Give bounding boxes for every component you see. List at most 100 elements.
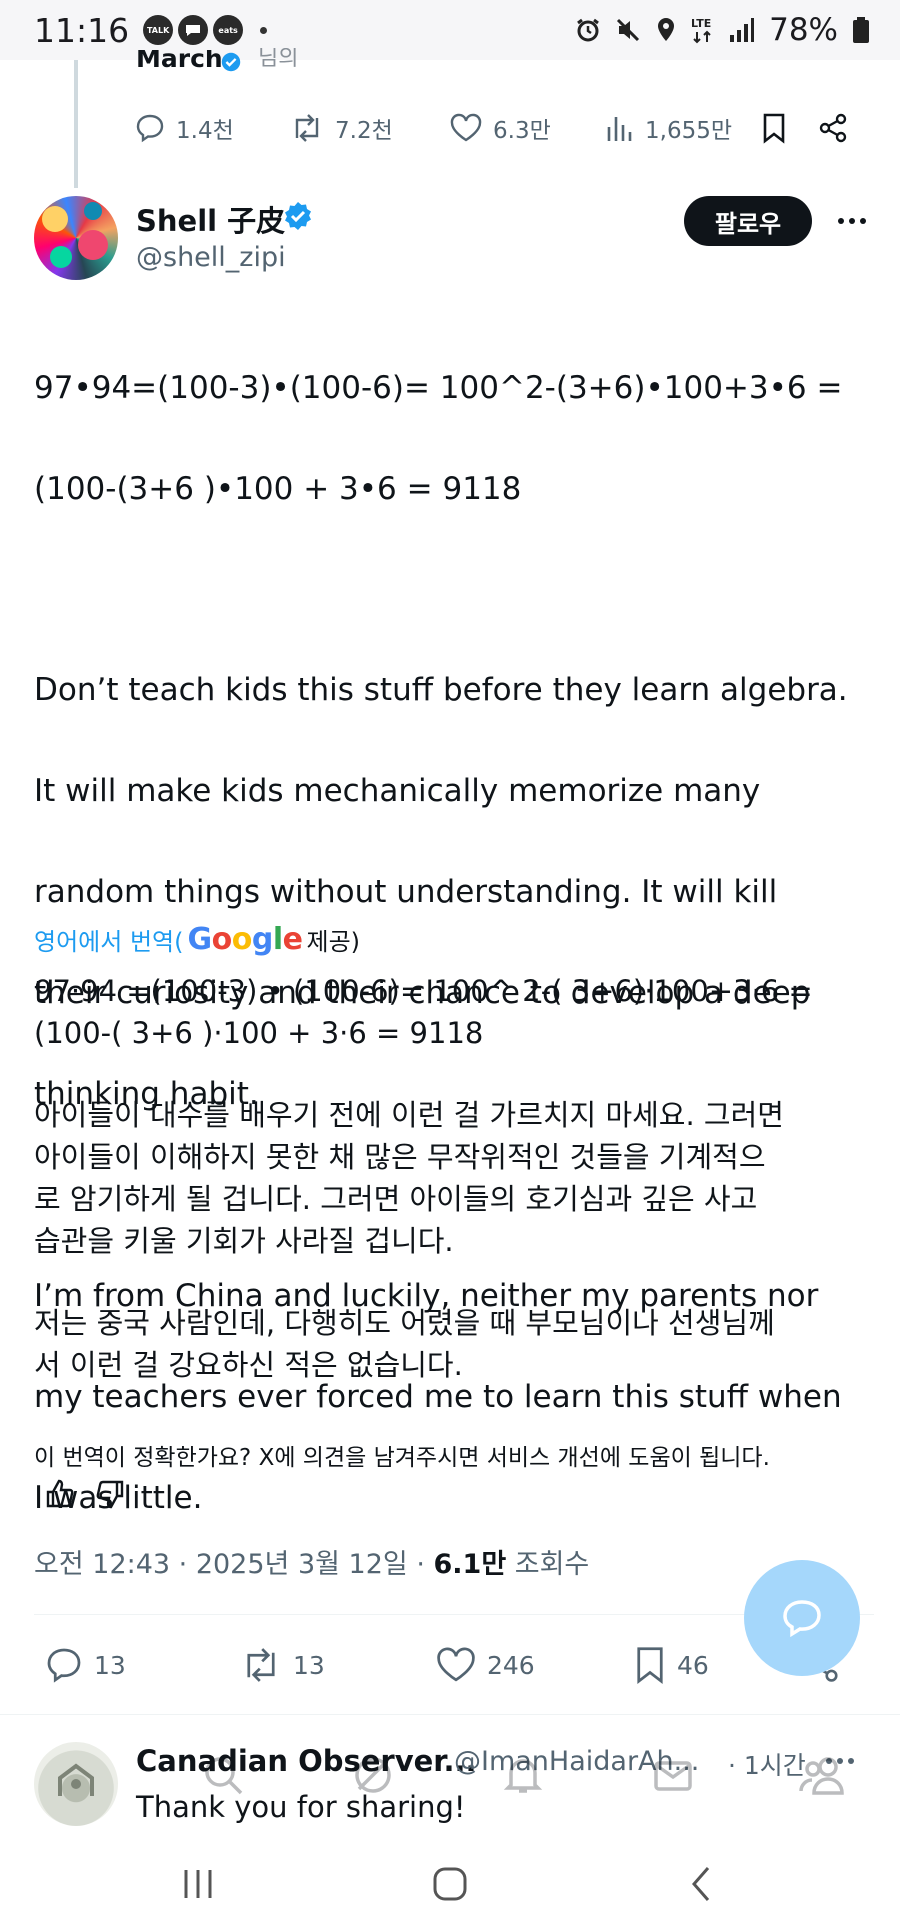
lte-icon: LTE	[691, 17, 711, 44]
grok-icon	[355, 1757, 391, 1793]
thumbs-up-icon[interactable]	[44, 1478, 76, 1510]
people-icon	[799, 1757, 844, 1795]
home-button[interactable]	[410, 1854, 490, 1914]
tab-messages[interactable]	[638, 1740, 708, 1810]
translated-line: 저는 중국 사람인데, 다행히도 어렸을 때 부모님이나 선생님께	[34, 1306, 775, 1340]
recent-apps-icon	[184, 1870, 212, 1898]
tweet-line: (100-(3+6 )•100 + 3•6 = 9118	[34, 470, 522, 507]
translation-feedback	[44, 1478, 126, 1510]
repost-icon	[247, 1648, 275, 1682]
search-icon	[205, 1757, 243, 1795]
verified-badge-icon	[221, 52, 241, 72]
alarm-icon	[577, 18, 599, 42]
like-count: 246	[487, 1650, 535, 1680]
thread-connector-line	[74, 60, 78, 188]
previous-tweet-author[interactable]: March	[136, 50, 223, 72]
more-notifications-icon	[260, 26, 268, 34]
bookmark-button[interactable]	[761, 112, 817, 144]
svg-text:LTE: LTE	[691, 17, 711, 30]
heart-icon	[450, 113, 482, 142]
screen: 11:16 TALK eats LTE 78% March 님의 1.4천 7.…	[0, 0, 900, 1930]
translation-suffix: 제공)	[306, 928, 361, 956]
status-bar: 11:16 TALK eats LTE 78%	[0, 0, 900, 60]
recent-apps-button[interactable]	[158, 1854, 238, 1914]
mail-icon	[654, 1761, 692, 1791]
like-button[interactable]: 246	[435, 1645, 633, 1685]
reply-count: 1.4천	[176, 118, 234, 144]
views-count: 1,655만	[645, 118, 733, 144]
tweet-timestamp: 오전 12:43 · 2025년 3월 12일 · 6.1만 조회수	[34, 1542, 589, 1581]
repost-icon	[295, 114, 319, 142]
kakaotalk-notification-icon: TALK	[143, 15, 174, 45]
tab-search[interactable]	[188, 1740, 258, 1810]
bookmark-icon	[637, 1647, 663, 1685]
views-total: 6.1만	[433, 1549, 507, 1580]
repost-button[interactable]: 7.2천	[289, 111, 449, 145]
tab-grok[interactable]	[338, 1740, 408, 1810]
back-button[interactable]	[662, 1854, 742, 1914]
timestamp-text: 오전 12:43 · 2025년 3월 12일 ·	[34, 1549, 434, 1580]
translated-line: 습관을 키울 기회가 사라질 겁니다.	[34, 1224, 454, 1258]
divider	[0, 1714, 900, 1715]
author-handle[interactable]: @shell_zipi	[136, 242, 286, 273]
reply-count: 13	[94, 1650, 126, 1680]
google-logo: Google	[187, 922, 303, 957]
reply-icon	[47, 1648, 81, 1683]
tweet-line: It will make kids mechanically memorize …	[34, 773, 761, 809]
tab-communities[interactable]	[788, 1740, 858, 1810]
repost-count: 7.2천	[335, 118, 393, 144]
translation-feedback-question: 이 번역이 정확한가요? X에 의견을 남겨주시면 서비스 개선에 도움이 됩니…	[34, 1445, 770, 1471]
like-count: 6.3만	[493, 118, 551, 144]
translated-line: 로 암기하게 될 겁니다. 그러면 아이들의 호기심과 깊은 사고	[34, 1182, 758, 1216]
heart-icon	[437, 1647, 475, 1682]
like-button[interactable]: 6.3만	[449, 111, 605, 145]
tweet-line: random things without understanding. It …	[34, 874, 778, 910]
reply-button[interactable]: 1.4천	[134, 111, 289, 145]
translated-line: 97·94 =(100-3) • (100-6)= 100^ 2-( 3+6)·…	[34, 974, 813, 1008]
back-icon	[692, 1867, 710, 1901]
reply-button[interactable]: 13	[44, 1645, 239, 1685]
author-avatar[interactable]	[34, 196, 118, 280]
location-icon	[658, 18, 675, 41]
status-time: 11:16	[34, 10, 130, 50]
translated-line: 아이들이 이해하지 못한 채 많은 무작위적인 것들을 기계적으	[34, 1140, 766, 1174]
translated-line: 아이들이 대수를 배우기 전에 이런 걸 가르치지 마세요. 그러면	[34, 1098, 784, 1132]
author-name[interactable]: Shell 子皮	[136, 198, 285, 240]
follow-button[interactable]: 팔로우	[684, 196, 812, 246]
translation-attribution[interactable]: 영어에서 번역( Google 제공)	[34, 922, 360, 957]
system-navigation-bar	[0, 1840, 900, 1930]
verified-badge-icon	[285, 202, 311, 230]
views-button[interactable]: 1,655만	[605, 111, 761, 145]
signal-icon	[730, 18, 755, 42]
views-label: 조회수	[506, 1549, 590, 1580]
translation-label[interactable]: 영어에서 번역(	[34, 922, 183, 957]
vibrate-mute-icon	[617, 18, 640, 42]
repost-button[interactable]: 13	[239, 1645, 435, 1685]
repost-count: 13	[293, 1650, 325, 1680]
home-icon	[433, 1867, 467, 1901]
bottom-tab-bar	[0, 1740, 900, 1820]
previous-tweet-sub: 님의	[258, 48, 299, 70]
translated-body: 97·94 =(100-3) • (100-6)= 100^ 2-( 3+6)·…	[34, 970, 874, 1386]
chat-bubble-icon	[783, 1600, 821, 1638]
coupang-eats-notification-icon: eats	[213, 15, 244, 45]
previous-tweet-actions: 1.4천 7.2천 6.3만 1,655만	[134, 106, 874, 150]
tweet-line: 97•94=(100-3)•(100-6)= 100^2-(3+6)•100+3…	[34, 369, 843, 406]
views-chart-icon	[607, 117, 632, 141]
share-icon	[819, 113, 847, 143]
tweet-line: I was little.	[34, 1479, 203, 1516]
compose-reply-button[interactable]	[744, 1560, 860, 1676]
translated-line: (100-( 3+6 )·100 + 3·6 = 9118	[34, 1016, 484, 1050]
tab-notifications[interactable]	[488, 1740, 558, 1810]
bookmark-icon	[763, 113, 785, 144]
battery-icon	[853, 17, 869, 43]
chat-notification-icon	[178, 15, 209, 45]
tweet-actions: 13 13 246 46	[44, 1640, 864, 1690]
reply-icon	[136, 114, 164, 143]
more-options-icon[interactable]	[832, 206, 872, 236]
bookmark-count: 46	[677, 1650, 709, 1680]
tweet-line: Don’t teach kids this stuff before they …	[34, 672, 848, 708]
share-button[interactable]	[817, 112, 857, 144]
bell-icon	[503, 1759, 543, 1793]
thumbs-down-icon[interactable]	[94, 1478, 126, 1510]
